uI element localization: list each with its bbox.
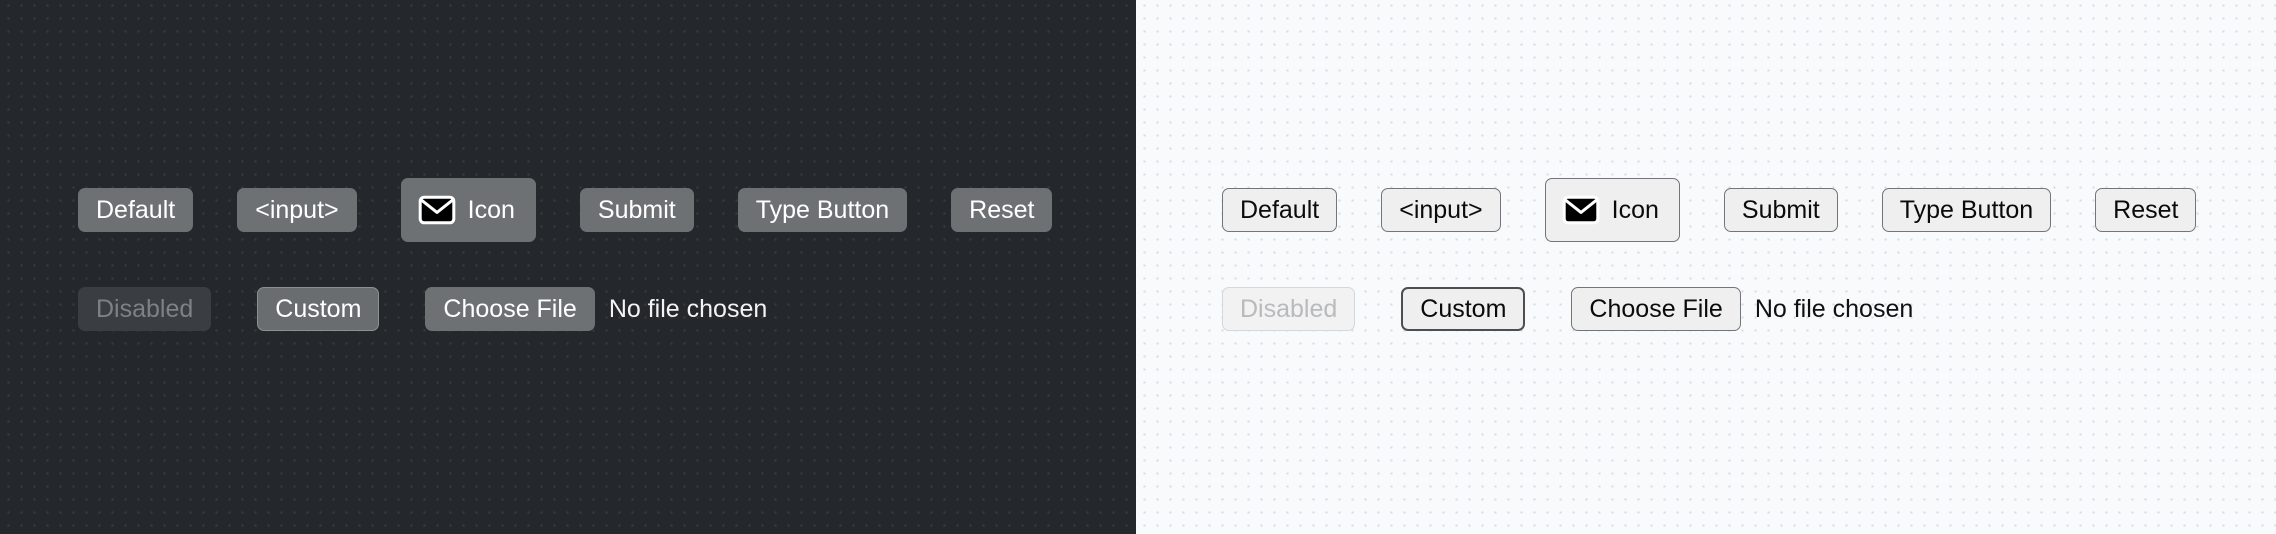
file-status-text: No file chosen (608, 294, 768, 323)
light-theme-panel: Default <input> Icon Submit Type Button … (1136, 0, 2276, 534)
file-status-text: No file chosen (1754, 294, 1914, 323)
submit-button[interactable]: Submit (579, 188, 694, 232)
custom-button[interactable]: Custom (1401, 287, 1526, 331)
dark-button-row-secondary: Disabled Custom Choose File No file chos… (78, 285, 1136, 333)
reset-button[interactable]: Reset (951, 188, 1053, 232)
icon-button[interactable]: Icon (400, 178, 536, 242)
reset-button[interactable]: Reset (2095, 188, 2197, 232)
choose-file-button[interactable]: Choose File (425, 287, 595, 331)
button-showcase: Default <input> Icon Submit Type Button … (0, 0, 2276, 534)
type-button[interactable]: Type Button (1881, 188, 2052, 232)
dark-panel-content: Default <input> Icon Submit Type Button … (0, 0, 1136, 333)
choose-file-button[interactable]: Choose File (1571, 287, 1741, 331)
disabled-button: Disabled (1222, 287, 1356, 331)
dark-theme-panel: Default <input> Icon Submit Type Button … (0, 0, 1136, 534)
input-button[interactable]: <input> (1381, 188, 1501, 232)
dark-button-row-primary: Default <input> Icon Submit Type Button … (78, 178, 1136, 242)
custom-button[interactable]: Custom (257, 287, 380, 331)
icon-button-label: Icon (467, 195, 515, 224)
type-button[interactable]: Type Button (737, 188, 908, 232)
icon-button-label: Icon (1611, 195, 1659, 224)
input-button[interactable]: <input> (237, 188, 357, 232)
icon-button[interactable]: Icon (1544, 178, 1680, 242)
envelope-icon (418, 195, 456, 225)
file-input-group[interactable]: Choose File No file chosen (1571, 287, 1913, 331)
disabled-button: Disabled (78, 287, 212, 331)
default-button[interactable]: Default (1222, 188, 1338, 232)
light-button-row-secondary: Disabled Custom Choose File No file chos… (1222, 285, 2276, 333)
envelope-icon (1562, 195, 1600, 225)
file-input-group[interactable]: Choose File No file chosen (425, 287, 767, 331)
default-button[interactable]: Default (78, 188, 194, 232)
light-panel-content: Default <input> Icon Submit Type Button … (1136, 0, 2276, 333)
submit-button[interactable]: Submit (1723, 188, 1838, 232)
light-button-row-primary: Default <input> Icon Submit Type Button … (1222, 178, 2276, 242)
